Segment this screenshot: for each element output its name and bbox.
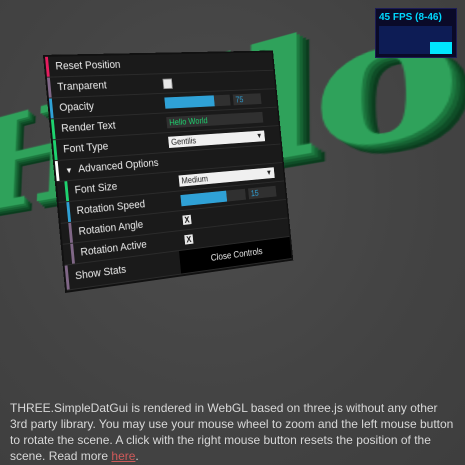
row-stripe — [52, 140, 58, 161]
transparent-checkbox[interactable] — [162, 78, 173, 89]
row-stripe — [54, 160, 60, 182]
transparent-control — [162, 73, 270, 90]
row-stripe — [48, 98, 54, 119]
info-description: THREE.SimpleDatGui is rendered in WebGL … — [10, 401, 454, 463]
read-more-link[interactable]: here — [111, 449, 135, 463]
opacity-value-input[interactable]: 75 — [232, 93, 262, 106]
transparent-label: Tranparent — [56, 79, 108, 94]
rotation-active-checkbox[interactable]: X — [184, 234, 194, 245]
rotation-speed-slider[interactable] — [180, 188, 246, 207]
stats-widget: 45 FPS (8-46) — [375, 8, 457, 58]
row-stripe — [46, 77, 52, 98]
row-stripe — [70, 243, 75, 264]
webgl-scene[interactable]: Hello World! 45 FPS (8-46) Reset Positio… — [0, 0, 465, 465]
advanced-options-label: Advanced Options — [77, 157, 159, 176]
gui-panel-3d: Reset Position Tranparent Opacity 75 Ren… — [45, 52, 295, 333]
font-type-selected: Gentilis — [170, 135, 197, 147]
opacity-slider-fill — [164, 95, 215, 109]
fps-graph — [379, 26, 452, 54]
fps-readout: 45 FPS (8-46) — [379, 12, 442, 23]
font-type-select[interactable]: Gentilis ▼ — [168, 130, 266, 148]
rotation-speed-slider-fill — [180, 190, 228, 207]
row-stripe — [45, 56, 50, 77]
row-stripe — [50, 119, 56, 140]
row-stripe — [64, 265, 70, 290]
opacity-label: Opacity — [58, 100, 95, 114]
folder-open-icon: ▼ — [64, 165, 74, 176]
render-text-input[interactable]: Hello World — [166, 111, 264, 129]
rotation-speed-value-input[interactable]: 15 — [248, 185, 277, 200]
render-text-label: Render Text — [60, 119, 117, 135]
rotation-angle-checkbox[interactable]: X — [182, 214, 192, 225]
row-stripe — [68, 222, 73, 243]
advanced-options-title: ▼ Advanced Options — [65, 157, 159, 176]
font-size-selected: Medium — [181, 173, 209, 186]
opacity-control: 75 — [164, 92, 272, 110]
fps-bar — [430, 42, 452, 54]
opacity-slider[interactable] — [164, 94, 231, 109]
chevron-down-icon: ▼ — [255, 131, 263, 140]
row-stripe — [64, 181, 70, 202]
gui-panel: Reset Position Tranparent Opacity 75 Ren… — [45, 52, 292, 291]
reset-position-label: Reset Position — [54, 59, 121, 73]
row-stripe — [66, 201, 72, 223]
chevron-down-icon: ▼ — [265, 168, 273, 177]
font-type-label: Font Type — [62, 140, 109, 156]
info-period: . — [135, 449, 139, 463]
info-text: THREE.SimpleDatGui is rendered in WebGL … — [10, 400, 458, 464]
